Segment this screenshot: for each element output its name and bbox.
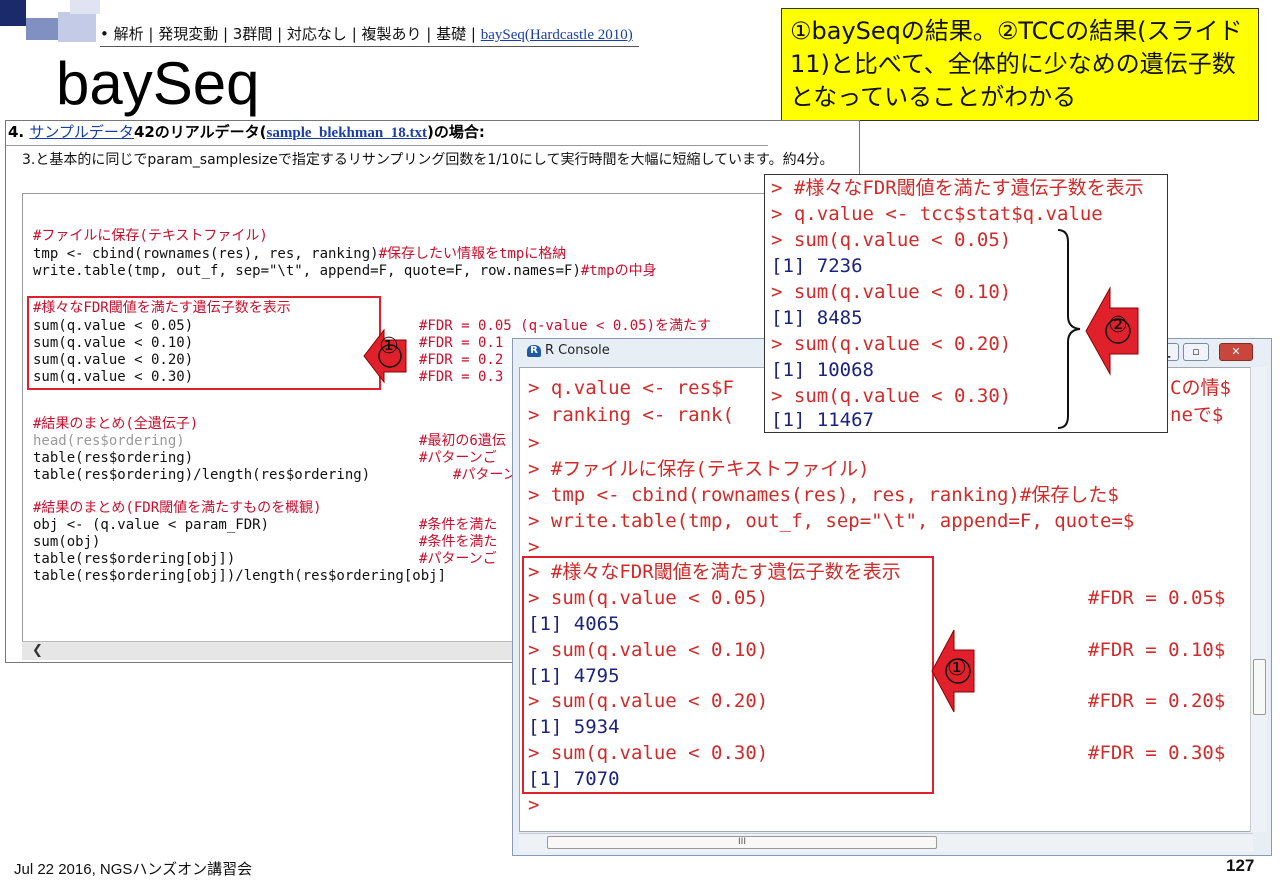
overlay-line: > q.value <- tcc$stat$q.value (771, 203, 1103, 225)
sample-file-link[interactable]: sample_blekhman_18.txt (267, 125, 427, 141)
section-description: 3.と基本的に同じでparam_samplesizeで指定するリサンプリング回数… (22, 152, 834, 168)
overlay-result: [1] 11467 (771, 409, 874, 431)
code-line: obj <- (q.value < param_FDR) (33, 517, 270, 533)
code-comment: #FDR = 0.3 (419, 369, 504, 385)
code-line: sum(obj) (33, 534, 101, 550)
section-heading: 4. サンプルデータ42のリアルデータ(sample_blekhman_18.t… (6, 121, 768, 146)
code-comment: #FDR = 0.1 (419, 335, 504, 351)
horizontal-scrollbar[interactable]: III (519, 833, 1253, 852)
deco-square (26, 18, 58, 40)
console-line: > #ファイルに保存(テキストファイル) (528, 458, 870, 480)
console-comment: #FDR = 0.30$ (1088, 742, 1226, 764)
horizontal-scroll-thumb[interactable]: III (547, 836, 937, 849)
code-comment: #FDR = 0.05 (q-value < 0.05)を満たす (419, 318, 712, 334)
code-line: table(res$ordering[obj])/length(res$orde… (33, 568, 447, 584)
code-line: tmp <- cbind(rownames(res), res, ranking… (33, 246, 567, 262)
deco-square (0, 0, 26, 26)
console-comment: #FDR = 0.05$ (1088, 587, 1226, 609)
overlay-line: > #様々なFDR閾値を満たす遺伝子数を表示 (771, 177, 1144, 199)
console-output[interactable]: > q.value <- res$F Cの情$ > ranking <- ran… (519, 367, 1253, 832)
highlight-box (522, 556, 934, 794)
code-comment: #条件を満た (419, 517, 498, 533)
code-comment: #結果のまとめ(FDR閾値を満たすものを概観) (33, 500, 322, 516)
overlay-result: [1] 8485 (771, 307, 863, 329)
console-line: > (528, 794, 540, 816)
console-line-tail: neで$ (1170, 404, 1224, 426)
code-line: table(res$ordering)/length(res$ordering) (33, 467, 371, 483)
console-comment: #FDR = 0.20$ (1088, 690, 1226, 712)
console-line: > write.table(tmp, out_f, sep="\t", appe… (528, 510, 1135, 532)
console-line: > q.value <- res$F (528, 377, 734, 399)
overlay-line: > sum(q.value < 0.05) (771, 229, 1012, 251)
sample-data-link[interactable]: サンプルデータ (29, 123, 134, 141)
console-line: > ranking <- rank( (528, 404, 734, 426)
vertical-scroll-thumb[interactable] (1253, 659, 1266, 715)
code-comment: #最初の6遺伝 (419, 433, 506, 449)
overlay-line: > sum(q.value < 0.20) (771, 333, 1012, 355)
overlay-line: > sum(q.value < 0.10) (771, 281, 1012, 303)
scroll-left-icon[interactable]: ❮ (32, 642, 43, 660)
overlay-result: [1] 10068 (771, 359, 874, 381)
marker-label: ① (947, 656, 967, 681)
slide-title: baySeq (56, 50, 260, 117)
overlay-result: [1] 7236 (771, 255, 863, 277)
code-comment: #FDR = 0.2 (419, 352, 504, 368)
code-comment: #パターン (453, 467, 517, 483)
vertical-scrollbar[interactable] (1250, 367, 1267, 832)
console-line: > tmp <- cbind(rownames(res), res, ranki… (528, 484, 1119, 506)
window-title: RR Console (527, 343, 610, 358)
breadcrumb-link[interactable]: baySeq(Hardcastle 2010) (481, 27, 633, 43)
maximize-button[interactable]: ▫ (1183, 343, 1209, 361)
marker-label: ② (1108, 313, 1128, 338)
page-number: 127 (1226, 856, 1255, 875)
deco-square (58, 12, 96, 42)
code-line: write.table(tmp, out_f, sep="\t", append… (33, 263, 657, 279)
deco-square (70, 0, 100, 14)
console-comment: #FDR = 0.10$ (1088, 639, 1226, 661)
code-comment: #パターンご (419, 551, 497, 567)
console-line: > (528, 432, 540, 454)
r-logo-icon: R (527, 344, 541, 357)
curly-brace (1057, 229, 1081, 429)
overlay-line: > sum(q.value < 0.30) (771, 385, 1012, 407)
console-line-tail: Cの情$ (1170, 377, 1231, 399)
breadcrumb: • 解析 | 発現変動 | 3群間 | 対応なし | 複製あり | 基礎 | b… (100, 22, 639, 47)
highlight-box (27, 296, 381, 390)
code-line: table(res$ordering[obj]) (33, 551, 236, 567)
breadcrumb-path: • 解析 | 発現変動 | 3群間 | 対応なし | 複製あり | 基礎 | (100, 25, 481, 43)
footer-text: Jul 22 2016, NGSハンズオン講習会 (14, 861, 253, 878)
code-comment: #ファイルに保存(テキストファイル) (33, 228, 268, 244)
note-box: ①baySeqの結果。②TCCの結果(スライド11)と比べて、全体的に少なめの遺… (781, 8, 1259, 121)
code-line: head(res$ordering) (33, 433, 185, 449)
close-button[interactable]: ✕ (1219, 343, 1253, 361)
code-line: table(res$ordering) (33, 450, 194, 466)
marker-label: ① (379, 334, 399, 359)
code-comment: #条件を満た (419, 534, 498, 550)
code-comment: #パターンご (419, 450, 497, 466)
code-comment: #結果のまとめ(全遺伝子) (33, 416, 199, 432)
